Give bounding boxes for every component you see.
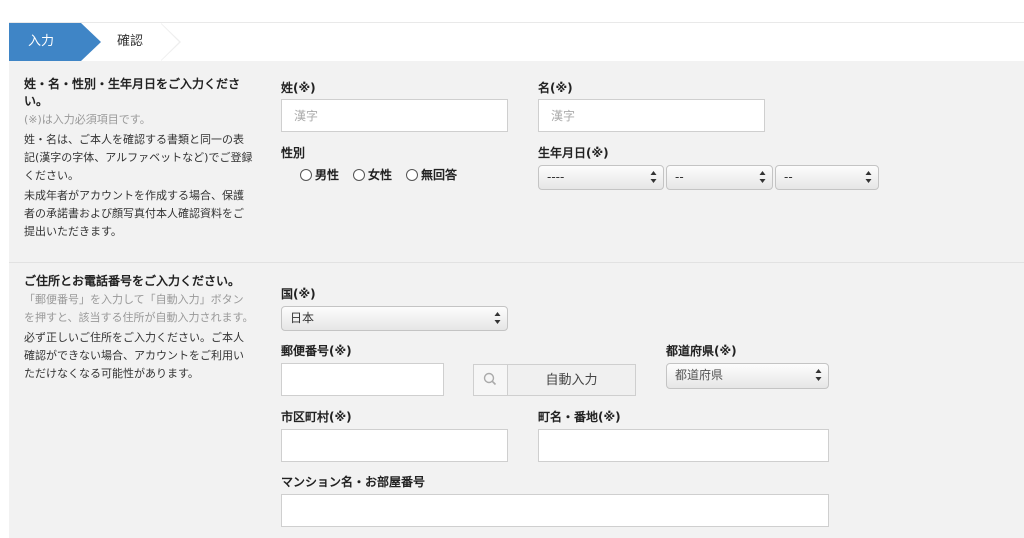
country-select[interactable]: 日本 [281, 306, 508, 331]
gender-female-label: 女性 [368, 168, 393, 182]
radio-circle[interactable] [300, 168, 312, 181]
gender-label: 性別 [281, 146, 306, 160]
select-arrows-icon [650, 170, 657, 184]
gender-radio-group: 男性 女性 無回答 [300, 166, 457, 183]
building-input[interactable] [281, 494, 829, 527]
town-input[interactable] [538, 429, 829, 462]
name-section-description: 姓・名・性別・生年月日をご入力ください。 (※)は入力必須項目です。 姓・名は、… [24, 76, 254, 243]
minor-note: 未成年者がアカウントを作成する場合、保護者の承諾書および顔写真付本人確認資料をご… [24, 189, 244, 238]
gender-no-answer-label: 無回答 [421, 168, 458, 182]
step-confirm: 確認 [101, 23, 181, 61]
gender-radio-male[interactable]: 男性 [300, 166, 339, 183]
select-arrows-icon [494, 311, 501, 325]
name-note: 姓・名は、ご本人を確認する書類と同一の表記(漢字の字体、アルファベットなど)でご… [24, 133, 253, 182]
section-divider [9, 262, 1024, 263]
gender-radio-female[interactable]: 女性 [353, 166, 392, 183]
select-arrows-icon [865, 170, 872, 184]
radio-circle[interactable] [353, 168, 366, 181]
birth-month-select[interactable]: -- [666, 165, 773, 190]
first-name-label: 名(※) [538, 81, 573, 95]
last-name-label: 姓(※) [281, 81, 316, 95]
building-label: マンション名・お部屋番号 [281, 475, 426, 489]
step-input: 入力 [9, 23, 101, 61]
prefecture-select[interactable]: 都道府県 [666, 363, 829, 389]
prefecture-value: 都道府県 [675, 368, 724, 382]
prefecture-label: 都道府県(※) [666, 344, 737, 358]
address-section-heading: ご住所とお電話番号をご入力ください。 [24, 274, 241, 288]
postal-code-input[interactable] [281, 363, 444, 396]
birth-month-value: -- [675, 170, 684, 184]
autofill-note: 「郵便番号」を入力して「自動入力」ボタンを押すと、該当する住所が自動入力されます… [24, 293, 254, 324]
autofill-button-label: 自動入力 [545, 372, 598, 387]
name-section-heading: 姓・名・性別・生年月日をご入力ください。 [24, 77, 241, 108]
gender-male-label: 男性 [315, 168, 340, 182]
first-name-input[interactable] [538, 99, 765, 132]
birth-year-value: ---- [547, 170, 565, 184]
city-input[interactable] [281, 429, 508, 462]
autofill-button[interactable]: 自動入力 [473, 364, 636, 396]
last-name-input[interactable] [281, 99, 508, 132]
birth-year-select[interactable]: ---- [538, 165, 664, 190]
radio-circle[interactable] [406, 168, 419, 181]
required-note: (※)は入力必須項目です。 [24, 113, 151, 126]
town-label: 町名・番地(※) [538, 410, 621, 424]
city-label: 市区町村(※) [281, 410, 352, 424]
address-section-description: ご住所とお電話番号をご入力ください。 「郵便番号」を入力して「自動入力」ボタンを… [24, 273, 254, 385]
postal-code-label: 郵便番号(※) [281, 344, 352, 358]
gender-radio-no-answer[interactable]: 無回答 [406, 166, 457, 183]
select-arrows-icon [759, 170, 766, 184]
birth-day-value: -- [784, 170, 793, 184]
birth-day-select[interactable]: -- [775, 165, 879, 190]
birthdate-label: 生年月日(※) [538, 146, 609, 160]
country-label: 国(※) [281, 287, 316, 301]
country-value: 日本 [290, 311, 315, 325]
step-bar: 入力 確認 [9, 22, 1024, 61]
address-note: 必ず正しいご住所をご入力ください。ご本人確認ができない場合、アカウントをご利用い… [24, 331, 244, 380]
select-arrows-icon [815, 368, 822, 382]
search-icon [474, 365, 508, 395]
